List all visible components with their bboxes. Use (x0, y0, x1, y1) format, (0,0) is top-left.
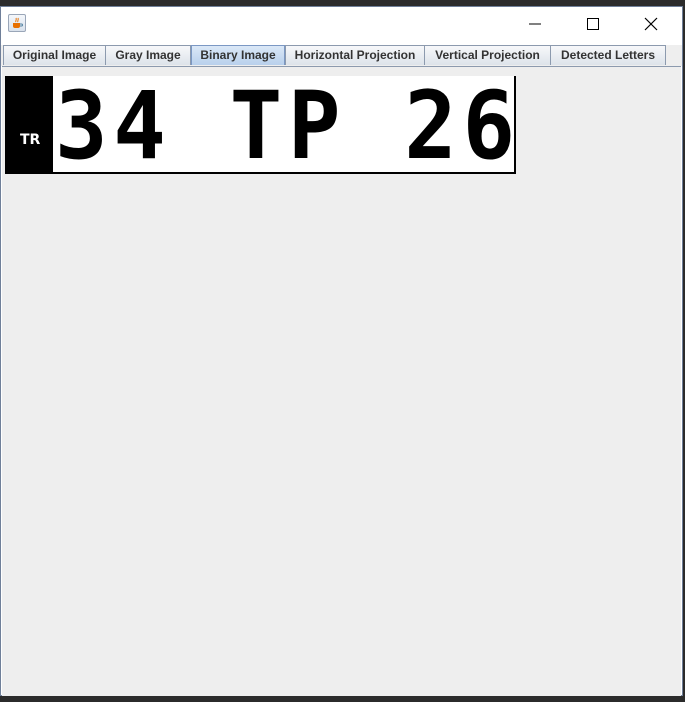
close-icon (644, 17, 658, 30)
app-window: Original Image Gray Image Binary Image H… (0, 0, 685, 702)
plate-country-band (5, 76, 53, 174)
close-button[interactable] (622, 7, 680, 40)
tab-original-image[interactable]: Original Image (3, 45, 106, 65)
tab-detected-letters[interactable]: Detected Letters (550, 45, 666, 65)
maximize-icon (587, 17, 599, 30)
tab-content-panel: TR 34 TP 2631 (2, 66, 681, 696)
tab-binary-image[interactable]: Binary Image (191, 45, 285, 65)
minimize-button[interactable] (506, 7, 564, 40)
plate-country-code: TR (20, 132, 41, 148)
minimize-icon (529, 23, 541, 24)
plate-number-text: 34 TP 2631 (55, 76, 516, 174)
tab-horizontal-projection[interactable]: Horizontal Projection (285, 45, 425, 65)
window-frame: Original Image Gray Image Binary Image H… (0, 6, 683, 696)
tab-bar: Original Image Gray Image Binary Image H… (1, 45, 682, 66)
binary-plate-image: TR 34 TP 2631 (5, 76, 516, 174)
java-cup-icon[interactable] (8, 14, 26, 32)
title-bar[interactable] (1, 7, 682, 40)
plate-right-edge (514, 76, 516, 174)
plate-bottom-edge (5, 172, 516, 174)
maximize-button[interactable] (564, 7, 622, 40)
tab-vertical-projection[interactable]: Vertical Projection (424, 45, 551, 65)
tab-gray-image[interactable]: Gray Image (105, 45, 191, 65)
